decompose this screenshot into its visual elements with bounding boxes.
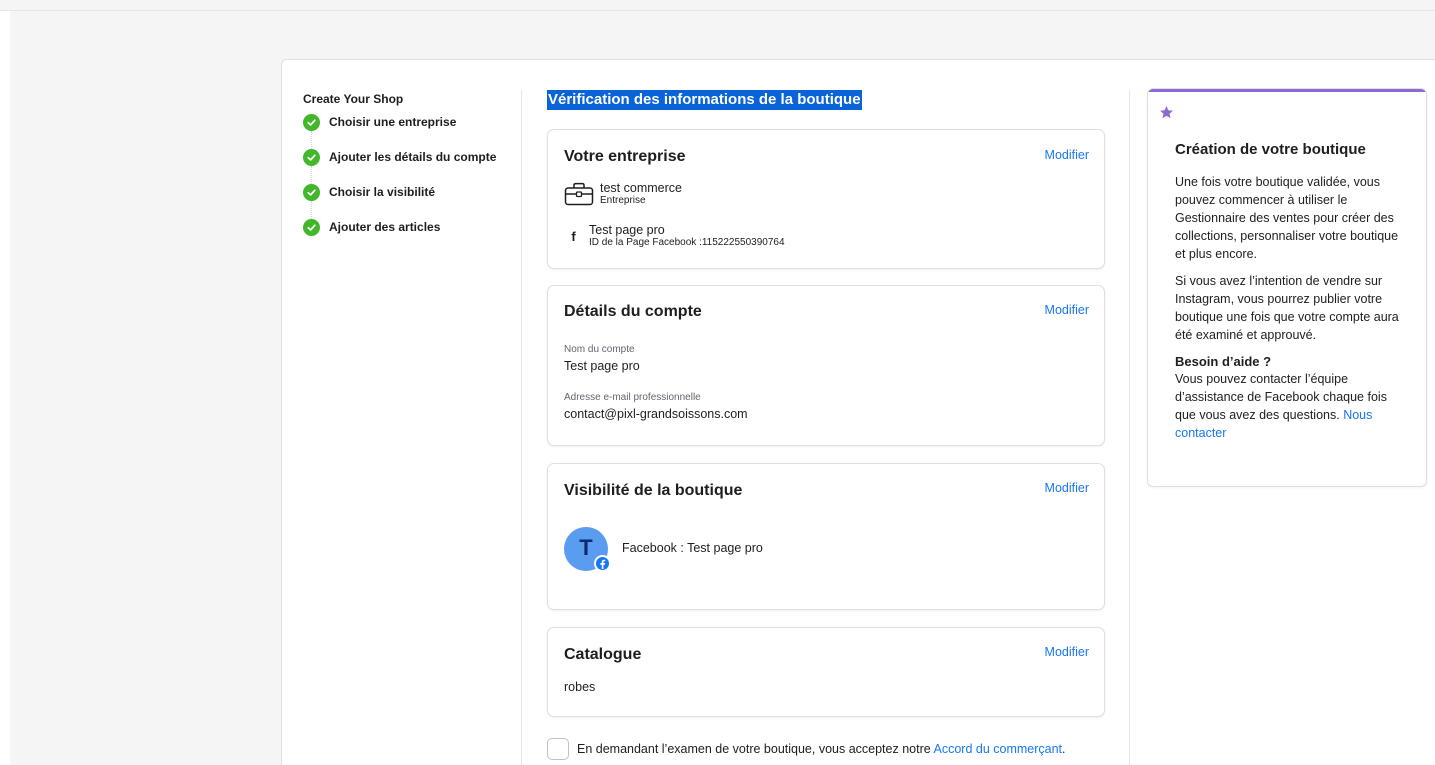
step-connector (311, 131, 312, 149)
help-subtitle: Besoin d’aide ? (1175, 354, 1272, 369)
check-circle-icon (303, 114, 320, 131)
check-circle-icon (303, 149, 320, 166)
step-connector (311, 201, 312, 219)
page-id: ID de la Page Facebook :115222550390764 (589, 237, 785, 248)
step-add-items[interactable]: Ajouter des articles (303, 219, 513, 254)
check-circle-icon (303, 219, 320, 236)
email-label: Adresse e-mail professionnelle (564, 392, 701, 403)
email-value: contact@pixl-grandsoissons.com (564, 407, 748, 421)
business-row: test commerce Entreprise (564, 181, 682, 207)
left-strip (0, 11, 10, 765)
step-visibility[interactable]: Choisir la visibilité (303, 184, 513, 219)
step-label: Ajouter des articles (329, 220, 441, 234)
account-name-label: Nom du compte (564, 344, 635, 355)
step-choose-business[interactable]: Choisir une entreprise (303, 114, 513, 149)
section-title: Votre entreprise (564, 148, 686, 165)
business-name: test commerce (600, 181, 682, 195)
top-rule (0, 10, 1435, 11)
catalog-value: robes (564, 680, 596, 694)
section-title: Détails du compte (564, 303, 702, 320)
help-accent-bar (1148, 89, 1426, 92)
section-title: Catalogue (564, 646, 642, 663)
column-divider (521, 90, 522, 765)
facebook-f-icon: f (571, 228, 576, 244)
help-paragraph: Une fois votre boutique validée, vous po… (1175, 175, 1399, 261)
agreement-text-body: En demandant l’examen de votre boutique,… (577, 742, 931, 756)
page-title: Vérification des informations de la bout… (547, 90, 862, 110)
column-divider (1129, 90, 1130, 765)
facebook-badge-icon (594, 555, 611, 572)
step-connector (311, 166, 312, 184)
page-avatar: T (564, 527, 611, 572)
visibility-channel: Facebook : Test page pro (622, 541, 763, 555)
steps-title: Create Your Shop (303, 92, 404, 106)
agreement-suffix: . (1062, 742, 1066, 756)
section-enterprise: Votre entreprise Modifier test commerce … (547, 129, 1105, 269)
agreement-checkbox[interactable] (547, 738, 569, 760)
step-label: Choisir une entreprise (329, 115, 457, 129)
star-icon (1159, 105, 1174, 120)
section-account: Détails du compte Modifier Nom du compte… (547, 285, 1105, 446)
step-account-details[interactable]: Ajouter les détails du compte (303, 149, 513, 184)
help-paragraph: Si vous avez l’intention de vendre sur I… (1175, 274, 1399, 342)
step-label: Ajouter les détails du compte (329, 150, 497, 164)
help-body: Une fois votre boutique validée, vous po… (1175, 173, 1411, 442)
help-title: Création de votre boutique (1175, 141, 1366, 158)
merchant-agreement-link[interactable]: Accord du commerçant (934, 742, 1063, 756)
check-circle-icon (303, 184, 320, 201)
avatar-letter: T (579, 535, 593, 560)
section-title: Visibilité de la boutique (564, 482, 743, 499)
modify-visibility-link[interactable]: Modifier (1045, 481, 1089, 495)
section-catalog: Catalogue Modifier robes (547, 627, 1105, 717)
step-label: Choisir la visibilité (329, 185, 436, 199)
modify-account-link[interactable]: Modifier (1045, 303, 1089, 317)
modify-catalog-link[interactable]: Modifier (1045, 645, 1089, 659)
help-card: Création de votre boutique Une fois votr… (1147, 88, 1427, 487)
help-paragraph: Vous pouvez contacter l’équipe d’assista… (1175, 370, 1411, 442)
agreement-row: En demandant l’examen de votre boutique,… (547, 738, 1066, 760)
account-name-value: Test page pro (564, 359, 640, 373)
section-visibility: Visibilité de la boutique Modifier T Fac… (547, 463, 1105, 610)
agreement-text: En demandant l’examen de votre boutique,… (577, 742, 1066, 756)
briefcase-icon (564, 182, 594, 206)
business-type: Entreprise (600, 195, 646, 206)
modify-enterprise-link[interactable]: Modifier (1045, 148, 1089, 162)
steps-sidebar: Create Your Shop Choisir une entreprise … (303, 92, 513, 254)
page-name: Test page pro (589, 223, 665, 237)
page-row: f Test page pro ID de la Page Facebook :… (564, 223, 785, 249)
